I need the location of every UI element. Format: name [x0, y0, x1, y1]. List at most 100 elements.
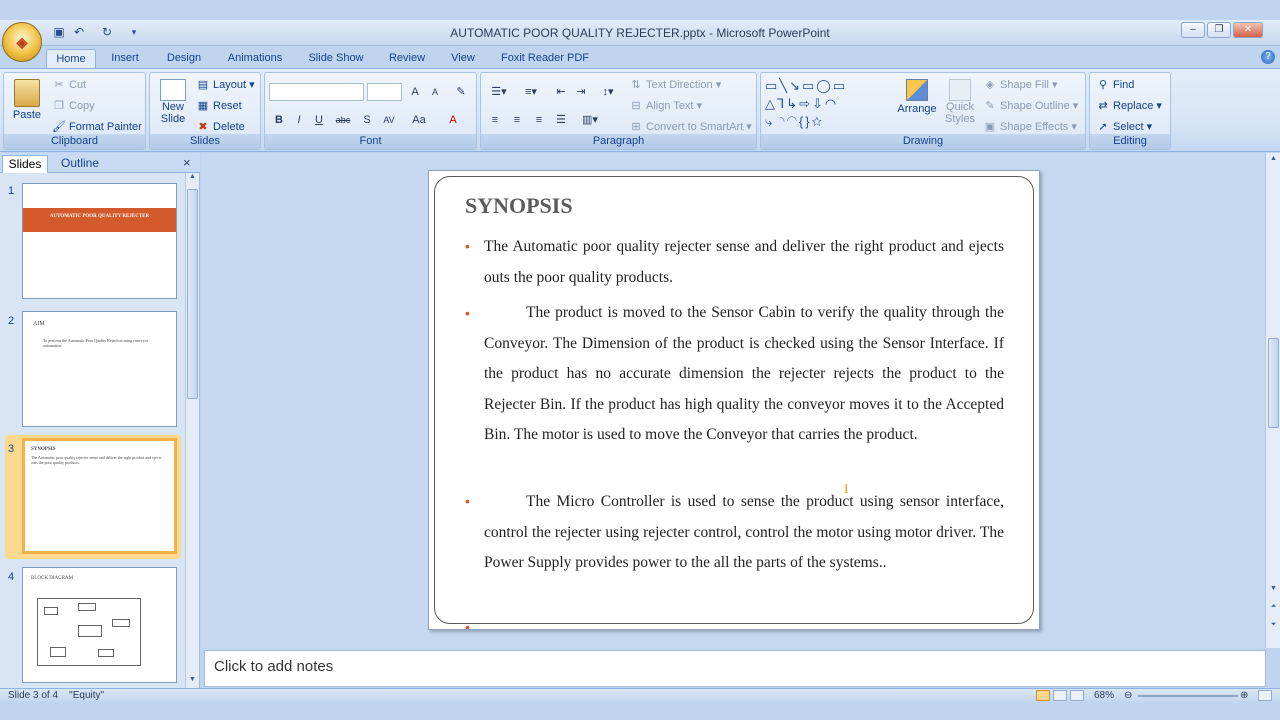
scroll-down-icon[interactable]: ▼ — [187, 676, 198, 688]
change-case-button[interactable]: Aa — [409, 111, 429, 129]
effects-icon: ▣ — [984, 121, 996, 134]
align-right-icon[interactable]: ≡ — [529, 111, 549, 129]
replace-button[interactable]: ⇄ Replace ▾ — [1096, 98, 1162, 114]
close-panel-icon[interactable]: × — [183, 155, 191, 170]
zoom-in-icon[interactable]: ⊕ — [1240, 689, 1248, 703]
undo-icon[interactable]: ↶ — [70, 23, 88, 41]
arrange-button[interactable]: Arrange — [897, 77, 937, 133]
paste-button[interactable]: Paste — [10, 77, 44, 129]
new-slide-icon — [160, 79, 186, 101]
slide-show-view-icon[interactable] — [1070, 690, 1084, 701]
zoom-level[interactable]: 68% — [1094, 689, 1114, 703]
tab-outline[interactable]: Outline — [52, 155, 108, 173]
scroll-thumb[interactable] — [1268, 338, 1279, 428]
zoom-out-icon[interactable]: ⊖ — [1124, 689, 1132, 703]
layout-button[interactable]: ▤ Layout ▾ — [196, 77, 255, 93]
slide-thumbnail-1[interactable]: AUTOMATIC POOR QUALITY REJECTER — [22, 183, 177, 299]
shrink-font-button[interactable]: A — [425, 83, 445, 101]
previous-slide-icon[interactable]: ⏶ — [1268, 603, 1279, 615]
slide-thumbnail-3[interactable]: SYNOPSIS The Automatic poor quality reje… — [22, 438, 177, 554]
text-direction-button[interactable]: ⇅ Text Direction ▾ — [629, 77, 721, 93]
bullet-text-2[interactable]: The product is moved to the Sensor Cabin… — [484, 298, 1004, 451]
shape-effects-button[interactable]: ▣ Shape Effects ▾ — [983, 119, 1077, 135]
thumb-title: AUTOMATIC POOR QUALITY REJECTER — [49, 214, 150, 219]
binoculars-icon: ⚲ — [1098, 79, 1108, 92]
reset-icon: ▦ — [197, 100, 209, 113]
slide-scrollbar[interactable]: ▲ ▼ ⏶ ⏷ — [1265, 153, 1280, 648]
delete-button[interactable]: ✖ Delete — [196, 119, 244, 135]
justify-icon[interactable]: ☰ — [551, 111, 571, 129]
customize-qat-icon[interactable]: ▾ — [125, 23, 143, 41]
copy-button[interactable]: ❐ Copy — [52, 98, 95, 114]
slide-sorter-view-icon[interactable] — [1053, 690, 1067, 701]
shadow-button[interactable]: S — [357, 111, 377, 129]
reset-button[interactable]: ▦ Reset — [196, 98, 242, 114]
slide-thumbnail-4[interactable]: BLOCK DIAGRAM — [22, 567, 177, 683]
decrease-indent-icon[interactable]: ⇤ — [551, 83, 571, 101]
office-logo-icon: ◈ — [16, 34, 28, 50]
columns-icon[interactable]: ▥▾ — [577, 111, 603, 129]
fit-to-window-icon[interactable] — [1258, 690, 1272, 701]
tab-view[interactable]: View — [444, 49, 482, 68]
save-icon[interactable]: ▣ — [50, 23, 68, 41]
font-color-button[interactable]: A — [443, 111, 463, 129]
bullet-marker: • — [465, 619, 470, 629]
strikethrough-button[interactable]: abc — [333, 111, 353, 129]
next-slide-icon[interactable]: ⏷ — [1268, 621, 1279, 633]
new-slide-button[interactable]: New Slide — [154, 77, 192, 133]
normal-view-icon[interactable] — [1036, 690, 1050, 701]
slide-title[interactable]: SYNOPSIS — [465, 193, 573, 219]
shapes-gallery[interactable]: ▭╲↘▭◯▭ △⅂↳⇨⇩◠ ⤷◝◠{}☆ — [765, 77, 887, 133]
bullet-text-3[interactable]: The Micro Controller is used to sense th… — [484, 487, 1004, 579]
clear-formatting-icon[interactable]: ✎ — [451, 83, 471, 101]
tab-slides[interactable]: Slides — [2, 155, 48, 173]
tab-slide-show[interactable]: Slide Show — [303, 49, 369, 68]
notes-pane[interactable]: Click to add notes — [204, 650, 1266, 687]
help-icon[interactable]: ? — [1261, 50, 1275, 64]
tab-design[interactable]: Design — [160, 49, 208, 68]
scroll-up-icon[interactable]: ▲ — [187, 173, 198, 185]
align-center-icon[interactable]: ≡ — [507, 111, 527, 129]
shape-fill-button[interactable]: ◈ Shape Fill ▾ — [983, 77, 1058, 93]
tab-insert[interactable]: Insert — [103, 49, 147, 68]
italic-button[interactable]: I — [289, 111, 309, 129]
zoom-slider[interactable] — [1138, 695, 1238, 697]
line-spacing-icon[interactable]: ↕▾ — [595, 83, 621, 101]
underline-button[interactable]: U — [309, 111, 329, 129]
scroll-up-icon[interactable]: ▲ — [1268, 155, 1279, 167]
numbering-icon[interactable]: ≡▾ — [517, 83, 545, 101]
format-painter-button[interactable]: 🖌 Format Painter — [52, 119, 142, 135]
slide-thumbnail-2[interactable]: AIM To perform the Automatic Poor Qualit… — [22, 311, 177, 427]
align-text-button[interactable]: ⊟ Align Text ▾ — [629, 98, 702, 114]
scroll-down-icon[interactable]: ▼ — [1268, 585, 1279, 597]
shape-outline-button[interactable]: ✎ Shape Outline ▾ — [983, 98, 1078, 114]
current-slide[interactable]: SYNOPSIS • The Automatic poor quality re… — [428, 170, 1040, 630]
font-size-combo[interactable] — [367, 83, 402, 101]
bullet-text-1[interactable]: The Automatic poor quality rejecter sens… — [484, 232, 1004, 293]
editing-label: Editing — [1090, 134, 1170, 149]
select-button[interactable]: ➚ Select ▾ — [1096, 119, 1152, 135]
close-button[interactable]: ✕ — [1233, 22, 1263, 38]
tab-home[interactable]: Home — [46, 49, 96, 68]
scroll-thumb[interactable] — [187, 189, 198, 399]
office-button[interactable]: ◈ — [2, 22, 42, 62]
convert-smartart-button[interactable]: ⊞ Convert to SmartArt ▾ — [629, 119, 751, 135]
redo-icon[interactable]: ↻ — [98, 23, 116, 41]
cut-button[interactable]: ✂ Cut — [52, 77, 86, 93]
bold-button[interactable]: B — [269, 111, 289, 129]
character-spacing-icon[interactable]: AV — [379, 111, 399, 129]
find-button[interactable]: ⚲ Find — [1096, 77, 1134, 93]
quick-styles-button[interactable]: Quick Styles — [941, 77, 979, 133]
grow-font-button[interactable]: A — [405, 83, 425, 101]
increase-indent-icon[interactable]: ⇥ — [571, 83, 591, 101]
tab-review[interactable]: Review — [383, 49, 431, 68]
slides-panel-scrollbar[interactable]: ▲ ▼ — [185, 173, 199, 688]
align-left-icon[interactable]: ≡ — [485, 111, 505, 129]
maximize-button[interactable]: ❐ — [1207, 22, 1231, 38]
tab-animations[interactable]: Animations — [222, 49, 288, 68]
minimize-button[interactable]: – — [1181, 22, 1205, 38]
bullet-marker: • — [465, 493, 470, 509]
font-name-combo[interactable] — [269, 83, 364, 101]
tab-foxit-reader-pdf[interactable]: Foxit Reader PDF — [497, 49, 593, 68]
bullets-icon[interactable]: ☰▾ — [485, 83, 513, 101]
